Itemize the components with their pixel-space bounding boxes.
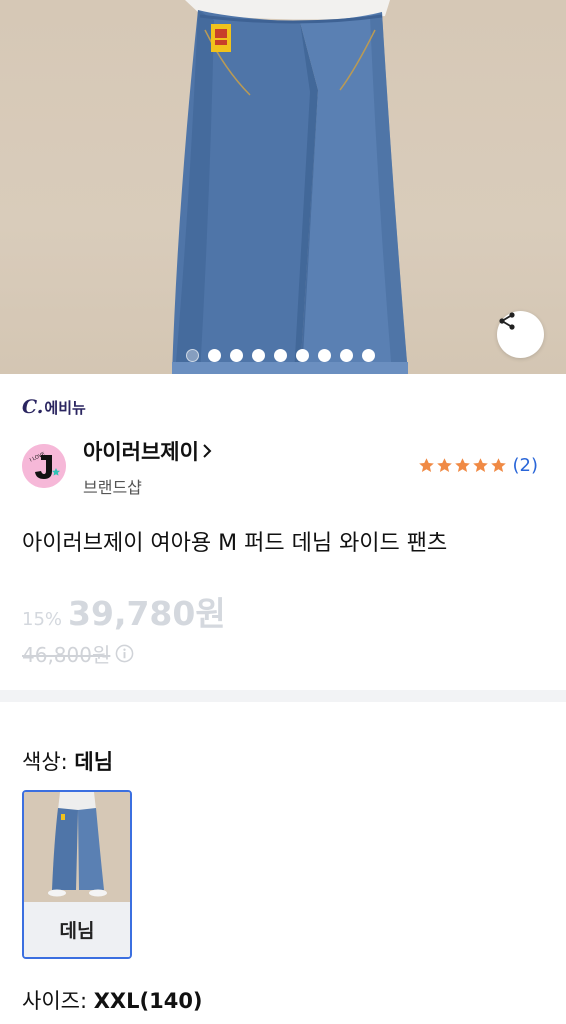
price-row: 15% 39,780원 — [22, 587, 226, 635]
size-label-prefix: 사이즈: — [22, 989, 88, 1013]
carousel-dot[interactable] — [318, 349, 331, 362]
star-icon — [418, 458, 434, 472]
brand-name: 아이러브제이 — [83, 440, 199, 464]
star-icon — [454, 458, 470, 472]
brand-logo-image: I LOVE — [22, 444, 66, 488]
size-option-label: 사이즈: XXL(140) — [22, 985, 203, 1015]
share-icon — [499, 312, 515, 330]
original-price-row: 46,800원 — [22, 639, 134, 668]
color-label-prefix: 색상: — [22, 750, 68, 774]
product-title: 아이러브제이 여아용 M 퍼드 데님 와이드 팬츠 — [22, 531, 448, 556]
swatch-thumbnail — [24, 792, 130, 902]
carousel-dot[interactable] — [186, 349, 199, 362]
share-button[interactable] — [497, 311, 544, 358]
store-logo-mark: C. — [22, 396, 44, 418]
color-selected-value: 데님 — [74, 750, 114, 774]
sale-price: 39,780원 — [68, 594, 226, 633]
store-name: 에비뉴 — [44, 399, 86, 417]
star-icon — [490, 458, 506, 472]
color-option-label: 색상: 데님 — [22, 746, 113, 776]
carousel-dot[interactable] — [274, 349, 287, 362]
size-selected-value: XXL(140) — [93, 989, 203, 1013]
carousel-indicator — [186, 349, 375, 362]
carousel-dot[interactable] — [230, 349, 243, 362]
section-divider — [0, 690, 566, 702]
review-count[interactable]: (2) — [513, 455, 539, 476]
carousel-dot[interactable] — [252, 349, 265, 362]
chevron-right-icon — [203, 444, 212, 458]
product-photo — [172, 0, 408, 374]
swatch-label: 데님 — [24, 902, 130, 957]
original-price: 46,800원 — [22, 643, 111, 667]
star-icon — [472, 458, 488, 472]
brand-subtitle: 브랜드샵 — [83, 478, 142, 497]
info-icon[interactable] — [115, 644, 134, 663]
brand-logo[interactable]: I LOVE — [22, 444, 66, 488]
discount-rate: 15% — [22, 609, 63, 630]
product-image-carousel[interactable] — [0, 0, 566, 374]
carousel-dot[interactable] — [362, 349, 375, 362]
color-swatch-selected[interactable]: 데님 — [22, 790, 132, 959]
carousel-dot[interactable] — [340, 349, 353, 362]
star-icon — [436, 458, 452, 472]
carousel-dot[interactable] — [208, 349, 221, 362]
brand-name-link[interactable]: 아이러브제이 — [83, 436, 213, 466]
store-badge[interactable]: C. 에비뉴 — [22, 396, 86, 418]
swatch-thumbnail-image — [24, 792, 130, 902]
rating-summary[interactable]: (2) — [418, 455, 539, 476]
carousel-dot[interactable] — [296, 349, 309, 362]
